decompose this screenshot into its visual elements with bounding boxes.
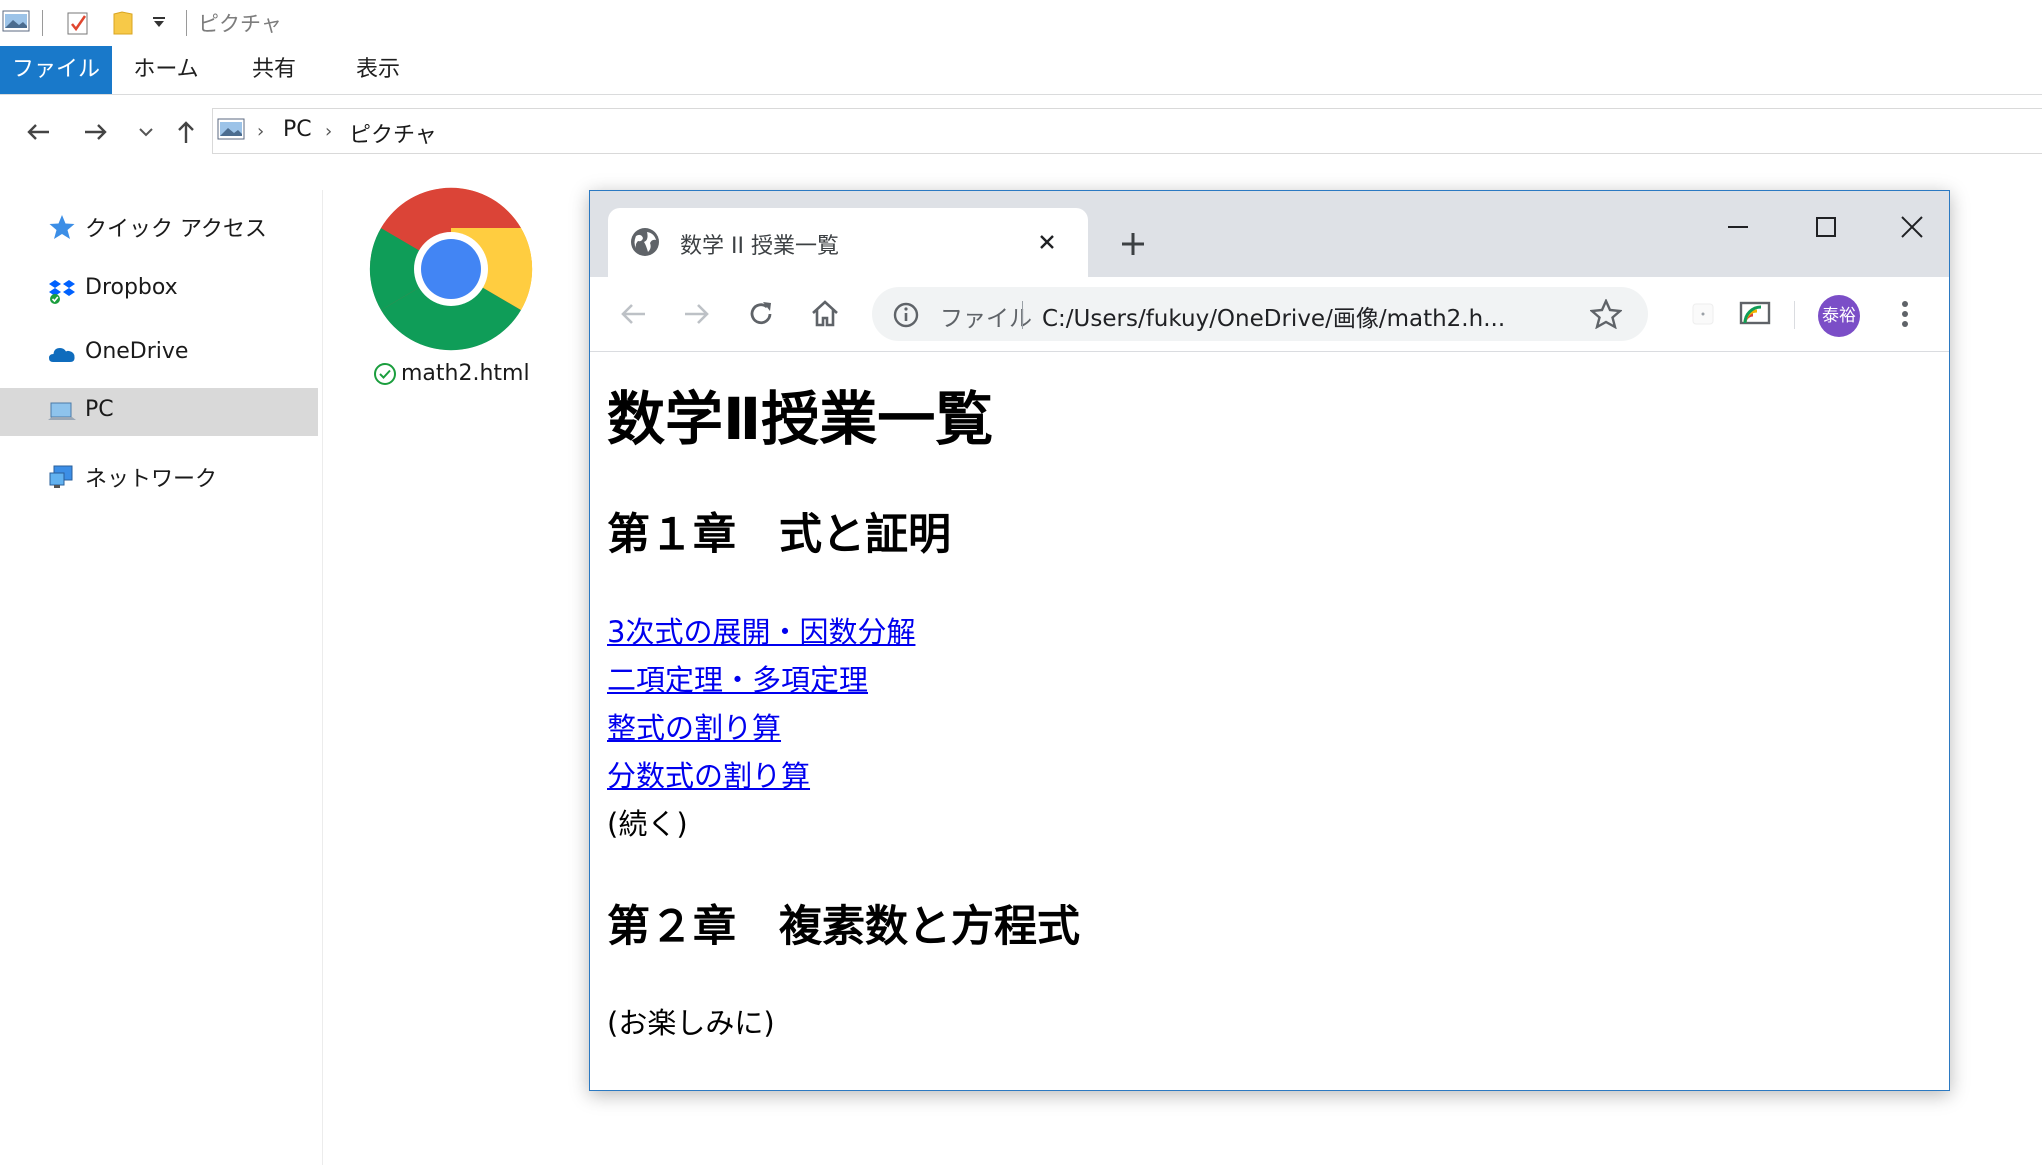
dropbox-icon: [49, 280, 75, 304]
file-name: math2.html: [401, 361, 530, 386]
nav-item-network[interactable]: ネットワーク: [0, 452, 318, 500]
minimize-button[interactable]: [1708, 207, 1768, 247]
recent-locations-button[interactable]: [128, 114, 164, 150]
omnibox-divider: [1022, 301, 1023, 329]
chevron-down-icon: [139, 128, 153, 137]
arrow-left-icon: [27, 124, 49, 140]
maximize-icon: [1816, 217, 1836, 237]
browser-back-button[interactable]: [614, 295, 652, 333]
arrow-right-icon: [685, 304, 709, 324]
tab-view[interactable]: 表示: [330, 46, 426, 94]
browser-window: 数学 II 授業一覧 ファイル C:/Users/fukuy/OneDrive/…: [589, 190, 1950, 1091]
nav-item-onedrive[interactable]: OneDrive: [0, 330, 318, 378]
minimize-icon: [1728, 226, 1748, 228]
close-icon: [1901, 216, 1923, 238]
browser-forward-button[interactable]: [678, 295, 716, 333]
home-icon: [812, 300, 838, 327]
window-title: ピクチャ: [198, 12, 282, 36]
new-folder-icon[interactable]: [112, 10, 134, 36]
star-icon: [49, 215, 75, 239]
nav-item-dropbox[interactable]: Dropbox: [0, 266, 318, 314]
chrome-icon: [369, 187, 533, 351]
address-bar[interactable]: › PC › ピクチャ: [212, 108, 2042, 154]
close-tab-icon[interactable]: [1032, 227, 1062, 257]
chapter-heading: 第２章 複素数と方程式: [607, 902, 1080, 952]
omnibox-url[interactable]: C:/Users/fukuy/OneDrive/画像/math2.h...: [1042, 299, 1505, 333]
new-tab-icon[interactable]: [1114, 225, 1152, 263]
properties-icon[interactable]: [66, 10, 90, 36]
browser-tabstrip: 数学 II 授業一覧: [590, 191, 1949, 277]
profile-avatar[interactable]: 泰裕: [1818, 295, 1860, 337]
onedrive-icon: [49, 348, 75, 362]
pictures-location-icon: [217, 118, 245, 140]
extension-icon: [1692, 303, 1714, 325]
globe-icon: [631, 228, 659, 256]
tab-share[interactable]: 共有: [226, 46, 322, 94]
menu-button[interactable]: [1886, 295, 1924, 333]
lesson-link[interactable]: 整式の割り算: [607, 705, 781, 747]
page-title: 数学Ⅱ授業一覧: [607, 385, 994, 453]
network-icon: [49, 465, 73, 488]
back-button[interactable]: [20, 114, 56, 150]
lesson-link[interactable]: 3次式の展開・因数分解: [607, 609, 915, 651]
arrow-up-icon: [178, 121, 194, 143]
reload-button[interactable]: [742, 295, 780, 333]
arrow-left-icon: [621, 304, 645, 324]
cast-icon: [1739, 301, 1771, 325]
omnibox-scheme-label: ファイル: [940, 306, 1032, 332]
lesson-link[interactable]: 分数式の割り算: [607, 753, 810, 795]
explorer-titlebar: ピクチャ: [0, 0, 2042, 46]
reload-icon: [750, 302, 772, 325]
navigation-pane: クイック アクセス Dropbox OneDrive PC ネットワーク: [0, 190, 323, 1165]
extension-button[interactable]: [1684, 295, 1722, 333]
maximize-button[interactable]: [1796, 207, 1856, 247]
nav-label: Dropbox: [85, 275, 178, 300]
nav-label: クイック アクセス: [85, 217, 267, 242]
browser-tab[interactable]: 数学 II 授業一覧: [608, 208, 1088, 277]
navigation-row: › PC › ピクチャ: [0, 106, 2042, 156]
breadcrumb-separator[interactable]: ›: [325, 121, 332, 142]
cast-button[interactable]: [1736, 295, 1774, 333]
sync-check-icon: [374, 363, 396, 385]
file-item-math2[interactable]: math2.html: [365, 185, 535, 395]
breadcrumb-pc[interactable]: PC: [283, 117, 312, 142]
continued-note: (続く): [607, 807, 688, 841]
breadcrumb-pictures[interactable]: ピクチャ: [349, 117, 437, 149]
up-button[interactable]: [168, 114, 204, 150]
customize-toolbar-dropdown-icon[interactable]: [152, 16, 166, 28]
browser-toolbar: ファイル C:/Users/fukuy/OneDrive/画像/math2.h.…: [590, 277, 1949, 352]
pictures-folder-icon: [2, 10, 30, 32]
nav-label: PC: [85, 397, 114, 422]
arrow-right-icon: [85, 124, 107, 140]
nav-label: ネットワーク: [85, 467, 218, 492]
omnibox[interactable]: ファイル C:/Users/fukuy/OneDrive/画像/math2.h.…: [872, 287, 1648, 341]
nav-label: OneDrive: [85, 339, 189, 364]
tab-file[interactable]: ファイル: [0, 46, 112, 94]
lesson-link[interactable]: 二項定理・多項定理: [607, 657, 868, 699]
bookmark-star-icon[interactable]: [1590, 299, 1622, 329]
more-vert-icon: [1902, 301, 1908, 327]
pc-icon: [48, 402, 76, 420]
nav-item-pc[interactable]: PC: [0, 388, 318, 436]
forward-button[interactable]: [78, 114, 114, 150]
nav-item-quick-access[interactable]: クイック アクセス: [0, 202, 318, 250]
breadcrumb-separator[interactable]: ›: [257, 121, 264, 142]
info-icon[interactable]: [892, 301, 920, 329]
toolbar-divider: [1794, 301, 1795, 329]
chapter-heading: 第１章 式と証明: [607, 510, 951, 560]
home-button[interactable]: [806, 295, 844, 333]
tab-home[interactable]: ホーム: [118, 46, 214, 94]
page-content: 数学Ⅱ授業一覧 第１章 式と証明 3次式の展開・因数分解 二項定理・多項定理 整…: [590, 352, 1949, 1090]
coming-soon-note: (お楽しみに): [607, 1006, 775, 1040]
ribbon-tabs: ファイル ホーム 共有 表示: [0, 46, 2042, 95]
tab-title: 数学 II 授業一覧: [680, 234, 839, 259]
close-window-button[interactable]: [1882, 207, 1942, 247]
